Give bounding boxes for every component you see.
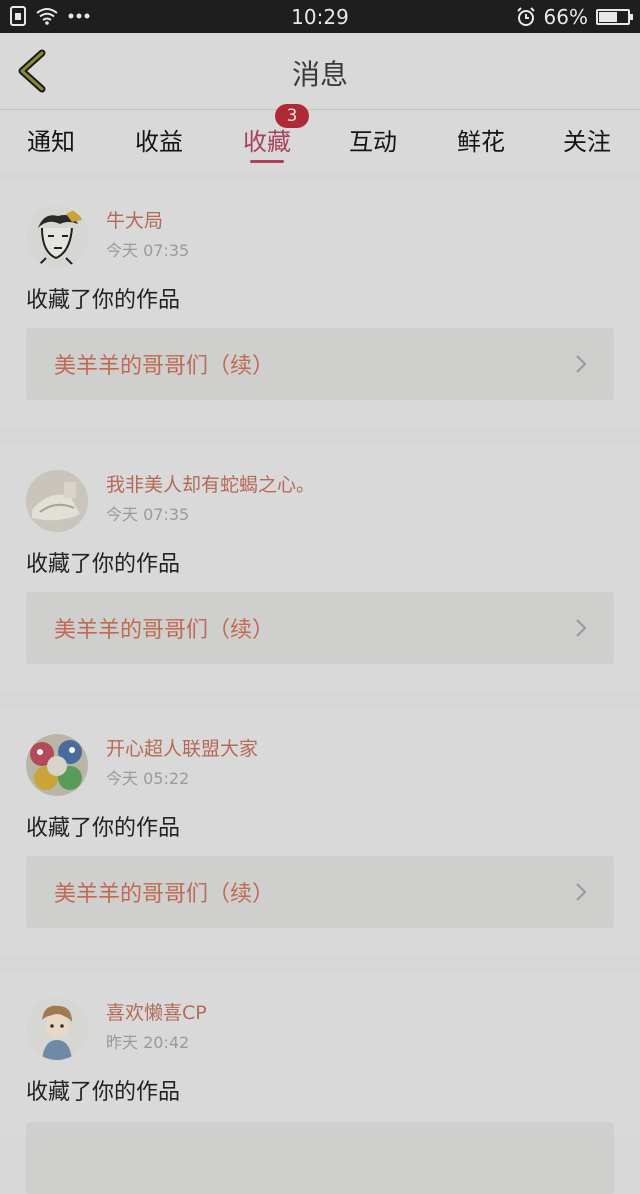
page-title: 消息 — [291, 58, 348, 91]
message-card: 牛大局 今天 07:35 收藏了你的作品 美羊羊的哥哥们（续） — [0, 180, 640, 428]
tab-following[interactable]: 关注 — [542, 122, 632, 157]
username[interactable]: 牛大局 — [106, 206, 163, 233]
work-title: 美羊羊的哥哥们（续） — [54, 354, 275, 379]
tab-favorites[interactable]: 收藏 3 — [222, 104, 312, 157]
tab-bar: 通知 收益 收藏 3 互动 鲜花 关注 — [0, 104, 640, 172]
tab-notifications[interactable]: 通知 — [6, 122, 96, 157]
avatar-image — [26, 998, 88, 1060]
message-text: 收藏了你的作品 — [26, 288, 181, 313]
username[interactable]: 我非美人却有蛇蝎之心。 — [106, 470, 315, 497]
alarm-icon — [516, 7, 535, 26]
battery-fill — [599, 12, 617, 22]
message-text: 收藏了你的作品 — [26, 552, 181, 577]
timestamp: 今天 07:35 — [106, 241, 190, 260]
work-title: 美羊羊的哥哥们（续） — [54, 882, 275, 907]
battery-icon — [596, 9, 633, 25]
timestamp: 今天 05:22 — [106, 769, 190, 788]
message-text: 收藏了你的作品 — [26, 816, 181, 841]
work-link[interactable]: 美羊羊的哥哥们（续） — [26, 856, 614, 928]
avatar[interactable] — [26, 734, 88, 796]
work-link[interactable]: 美羊羊的哥哥们（续） — [26, 328, 614, 400]
timestamp: 今天 07:35 — [106, 505, 190, 524]
chevron-right-icon — [576, 355, 587, 373]
tab-interactions[interactable]: 互动 — [328, 122, 418, 157]
chevron-right-icon — [576, 619, 587, 637]
chevron-right-icon — [576, 883, 587, 901]
tab-earnings[interactable]: 收益 — [114, 122, 204, 157]
avatar-image — [26, 206, 88, 268]
timestamp: 昨天 20:42 — [106, 1033, 190, 1052]
message-card: 开心超人联盟大家 今天 05:22 收藏了你的作品 美羊羊的哥哥们（续） — [0, 708, 640, 956]
avatar[interactable] — [26, 206, 88, 268]
message-card: 我非美人却有蛇蝎之心。 今天 07:35 收藏了你的作品 美羊羊的哥哥们（续） — [0, 444, 640, 692]
battery-percent: 66% — [543, 5, 588, 29]
status-bar: 10:29 66% — [0, 0, 640, 33]
avatar-image — [26, 734, 88, 796]
work-link[interactable] — [26, 1122, 614, 1194]
work-title: 美羊羊的哥哥们（续） — [54, 618, 275, 643]
work-link[interactable]: 美羊羊的哥哥们（续） — [26, 592, 614, 664]
message-text: 收藏了你的作品 — [26, 1080, 181, 1105]
username[interactable]: 开心超人联盟大家 — [106, 734, 258, 761]
message-card: 喜欢懒喜CP 昨天 20:42 收藏了你的作品 — [0, 972, 640, 1194]
tab-favorites-label: 收藏 — [243, 128, 291, 156]
tab-flowers[interactable]: 鲜花 — [436, 122, 526, 157]
username[interactable]: 喜欢懒喜CP — [106, 998, 207, 1025]
app-header: 消息 — [0, 33, 640, 110]
avatar-image — [26, 470, 88, 532]
avatar[interactable] — [26, 470, 88, 532]
avatar[interactable] — [26, 998, 88, 1060]
tab-badge: 3 — [275, 104, 309, 128]
active-tab-indicator — [250, 160, 284, 163]
